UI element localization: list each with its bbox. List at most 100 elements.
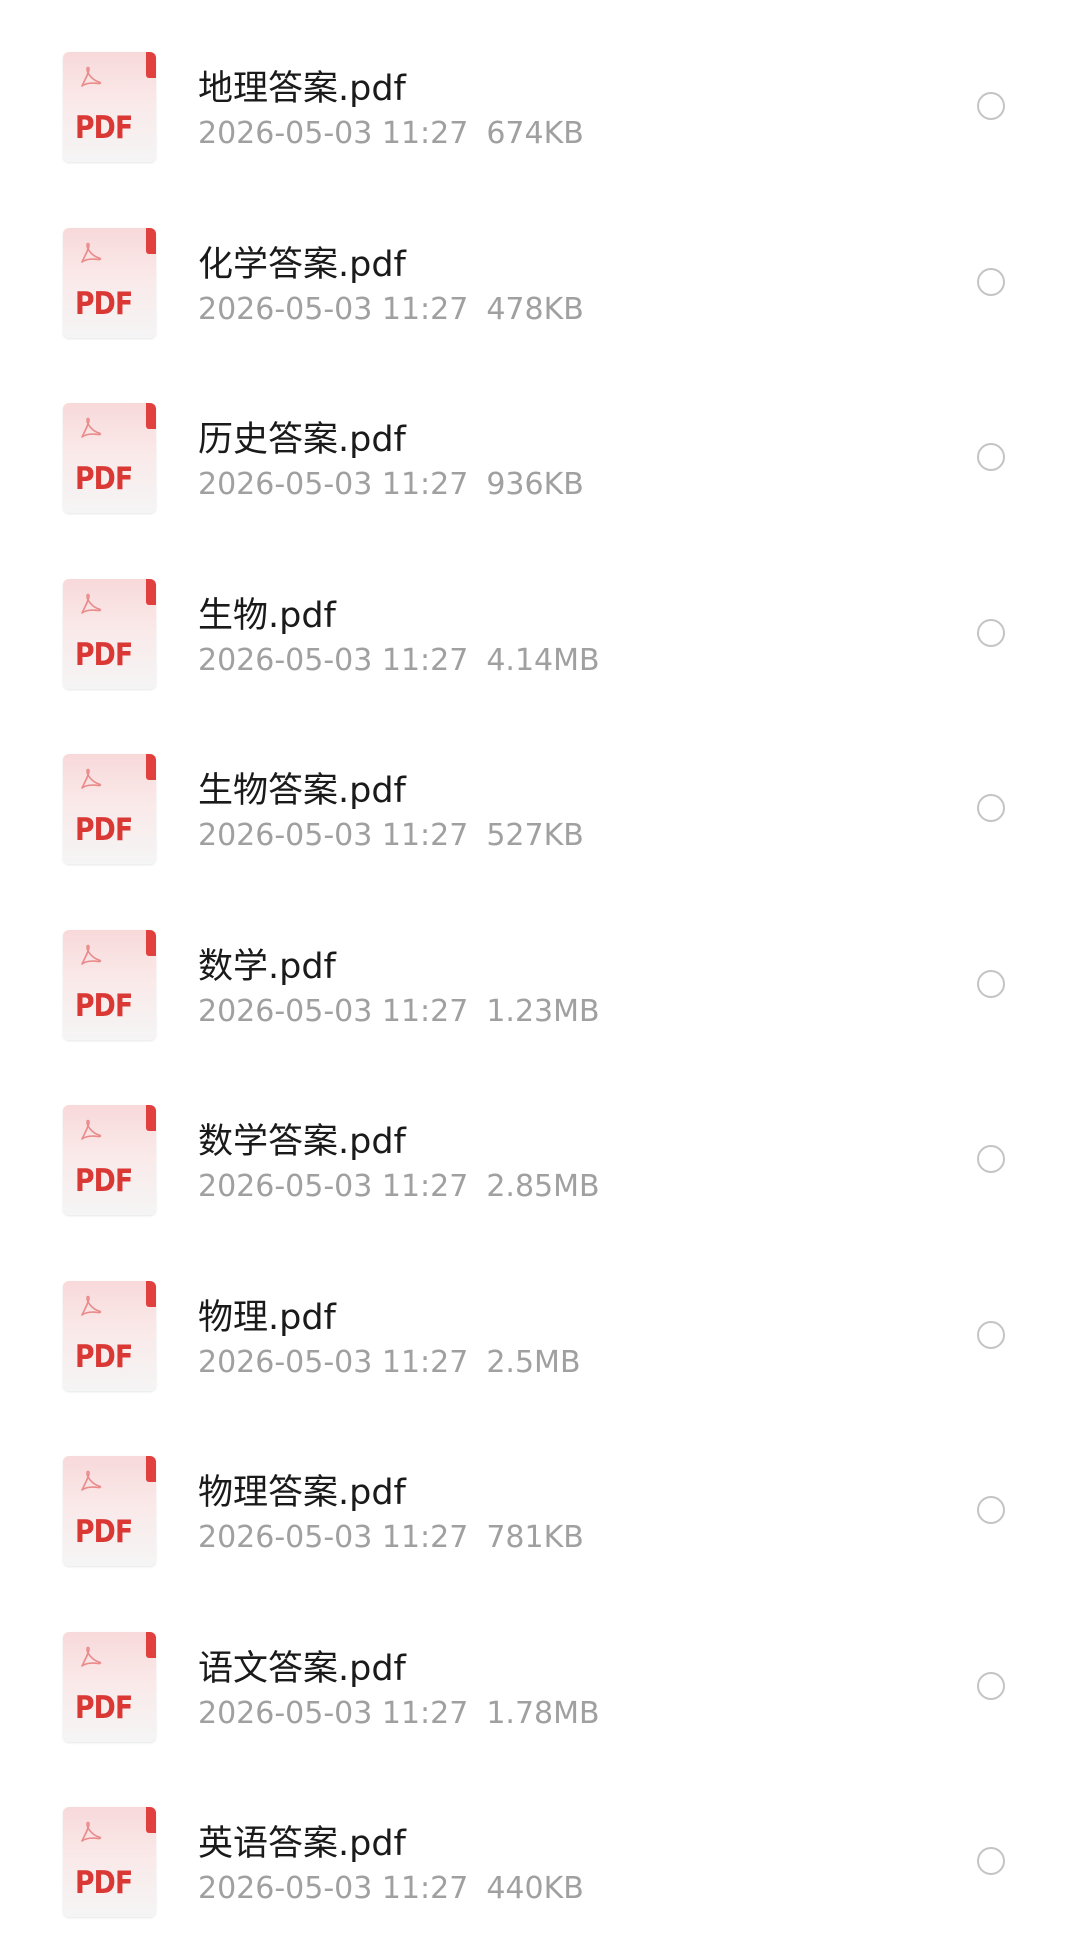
- acrobat-logo-icon: [81, 417, 102, 438]
- file-list-item[interactable]: PDF 历史答案.pdf 2026-05-03 11:27 936KB: [0, 351, 1080, 527]
- file-date: 2026-05-03 11:27: [198, 642, 469, 678]
- pdf-type-label: PDF: [75, 987, 133, 1024]
- pdf-type-label: PDF: [75, 812, 133, 848]
- file-name: 语文答案.pdf: [198, 1648, 406, 1689]
- select-radio-button[interactable]: [977, 1320, 1005, 1349]
- acrobat-logo-icon: [81, 944, 102, 965]
- pdf-file-icon: PDF: [63, 929, 156, 1040]
- pdf-corner-mark: [146, 227, 156, 254]
- file-date: 2026-05-03 11:27: [198, 1520, 469, 1555]
- select-radio-button[interactable]: [977, 443, 1005, 471]
- file-name: 数学答案.pdf: [198, 1122, 406, 1162]
- acrobat-logo-icon: [81, 1119, 102, 1140]
- acrobat-logo-icon: [81, 1821, 102, 1842]
- pdf-type-label: PDF: [75, 110, 133, 146]
- pdf-type-label: PDF: [75, 1514, 133, 1550]
- file-meta: 2026-05-03 11:27 4.14MB: [198, 643, 600, 678]
- file-name: 化学答案.pdf: [198, 244, 406, 285]
- select-radio-button[interactable]: [977, 1496, 1005, 1524]
- file-list-item[interactable]: PDF 地理答案.pdf 2026-05-03 11:27 674KB: [0, 0, 1080, 176]
- select-radio-button[interactable]: [977, 267, 1005, 296]
- pdf-file-icon: PDF: [63, 1105, 156, 1215]
- file-name: 物理答案.pdf: [198, 1473, 406, 1513]
- file-list-item[interactable]: PDF 物理答案.pdf 2026-05-03 11:27 781KB: [0, 1404, 1080, 1580]
- file-name: 生物.pdf: [198, 595, 336, 636]
- pdf-corner-mark: [146, 929, 156, 956]
- select-radio-button[interactable]: [977, 969, 1005, 998]
- file-name: 数学.pdf: [198, 946, 336, 987]
- pdf-type-label: PDF: [75, 461, 133, 497]
- file-list-item[interactable]: PDF 英语答案.pdf 2026-05-03 11:27 440KB: [0, 1755, 1080, 1931]
- pdf-file-icon: PDF: [63, 1807, 156, 1917]
- acrobat-logo-icon: [81, 768, 102, 789]
- file-name: 地理答案.pdf: [198, 69, 406, 109]
- file-name: 英语答案.pdf: [198, 1824, 406, 1864]
- file-date: 2026-05-03 11:27: [198, 1169, 469, 1204]
- pdf-corner-mark: [146, 1105, 156, 1131]
- file-meta: 2026-05-03 11:27 674KB: [198, 116, 584, 151]
- pdf-file-icon: PDF: [63, 754, 156, 864]
- pdf-corner-mark: [146, 578, 156, 605]
- file-list-item[interactable]: PDF 物理.pdf 2026-05-03 11:27 2.5MB: [0, 1229, 1080, 1405]
- file-size: 4.14MB: [486, 642, 600, 678]
- file-meta: 2026-05-03 11:27 478KB: [198, 292, 584, 327]
- file-size: 478KB: [486, 291, 584, 327]
- file-date: 2026-05-03 11:27: [198, 1695, 469, 1731]
- pdf-type-label: PDF: [75, 1338, 133, 1375]
- file-name: 物理.pdf: [198, 1297, 336, 1338]
- file-list-item[interactable]: PDF 化学答案.pdf 2026-05-03 11:27 478KB: [0, 176, 1080, 352]
- file-date: 2026-05-03 11:27: [198, 818, 469, 853]
- pdf-corner-mark: [146, 52, 156, 78]
- file-meta: 2026-05-03 11:27 2.85MB: [198, 1169, 600, 1204]
- file-date: 2026-05-03 11:27: [198, 467, 469, 502]
- acrobat-logo-icon: [81, 66, 102, 87]
- pdf-corner-mark: [146, 1807, 156, 1833]
- file-list-item[interactable]: PDF 语文答案.pdf 2026-05-03 11:27 1.78MB: [0, 1580, 1080, 1756]
- pdf-corner-mark: [146, 754, 156, 780]
- pdf-type-label: PDF: [75, 1689, 133, 1726]
- select-radio-button[interactable]: [977, 92, 1005, 120]
- file-meta: 2026-05-03 11:27 1.78MB: [198, 1696, 600, 1731]
- file-size: 2.85MB: [486, 1169, 600, 1204]
- pdf-type-label: PDF: [75, 1163, 133, 1199]
- pdf-file-icon: PDF: [63, 1280, 156, 1391]
- file-meta: 2026-05-03 11:27 2.5MB: [198, 1345, 581, 1380]
- file-list-item[interactable]: PDF 生物答案.pdf 2026-05-03 11:27 527KB: [0, 702, 1080, 878]
- file-name: 历史答案.pdf: [198, 420, 406, 460]
- file-meta: 2026-05-03 11:27 781KB: [198, 1520, 584, 1555]
- acrobat-logo-icon: [81, 593, 102, 614]
- pdf-file-icon: PDF: [63, 578, 156, 689]
- file-size: 2.5MB: [486, 1344, 581, 1380]
- select-radio-button[interactable]: [977, 794, 1005, 822]
- select-radio-button[interactable]: [977, 1847, 1005, 1875]
- acrobat-logo-icon: [81, 242, 102, 263]
- select-radio-button[interactable]: [977, 1145, 1005, 1173]
- file-list-item[interactable]: PDF 数学答案.pdf 2026-05-03 11:27 2.85MB: [0, 1053, 1080, 1229]
- file-date: 2026-05-03 11:27: [198, 993, 469, 1029]
- pdf-file-icon: PDF: [63, 52, 156, 162]
- file-date: 2026-05-03 11:27: [198, 116, 469, 151]
- file-date: 2026-05-03 11:27: [198, 291, 469, 327]
- select-radio-button[interactable]: [977, 618, 1005, 647]
- file-size: 527KB: [486, 818, 584, 853]
- pdf-type-label: PDF: [75, 636, 133, 673]
- file-list-item[interactable]: PDF 生物.pdf 2026-05-03 11:27 4.14MB: [0, 527, 1080, 703]
- acrobat-logo-icon: [81, 1646, 102, 1667]
- file-name: 生物答案.pdf: [198, 771, 406, 811]
- pdf-type-label: PDF: [75, 1865, 133, 1901]
- file-list-item[interactable]: PDF 数学.pdf 2026-05-03 11:27 1.23MB: [0, 878, 1080, 1054]
- file-size: 936KB: [486, 467, 584, 502]
- select-radio-button[interactable]: [977, 1671, 1005, 1700]
- file-size: 1.78MB: [486, 1695, 600, 1731]
- pdf-corner-mark: [146, 1631, 156, 1658]
- pdf-file-icon: PDF: [63, 403, 156, 513]
- file-meta: 2026-05-03 11:27 527KB: [198, 818, 584, 853]
- pdf-file-icon: PDF: [63, 227, 156, 338]
- pdf-type-label: PDF: [75, 285, 133, 322]
- file-size: 781KB: [486, 1520, 584, 1555]
- file-date: 2026-05-03 11:27: [198, 1344, 469, 1380]
- file-size: 674KB: [486, 116, 584, 151]
- file-size: 1.23MB: [486, 993, 600, 1029]
- acrobat-logo-icon: [81, 1470, 102, 1491]
- file-date: 2026-05-03 11:27: [198, 1871, 469, 1906]
